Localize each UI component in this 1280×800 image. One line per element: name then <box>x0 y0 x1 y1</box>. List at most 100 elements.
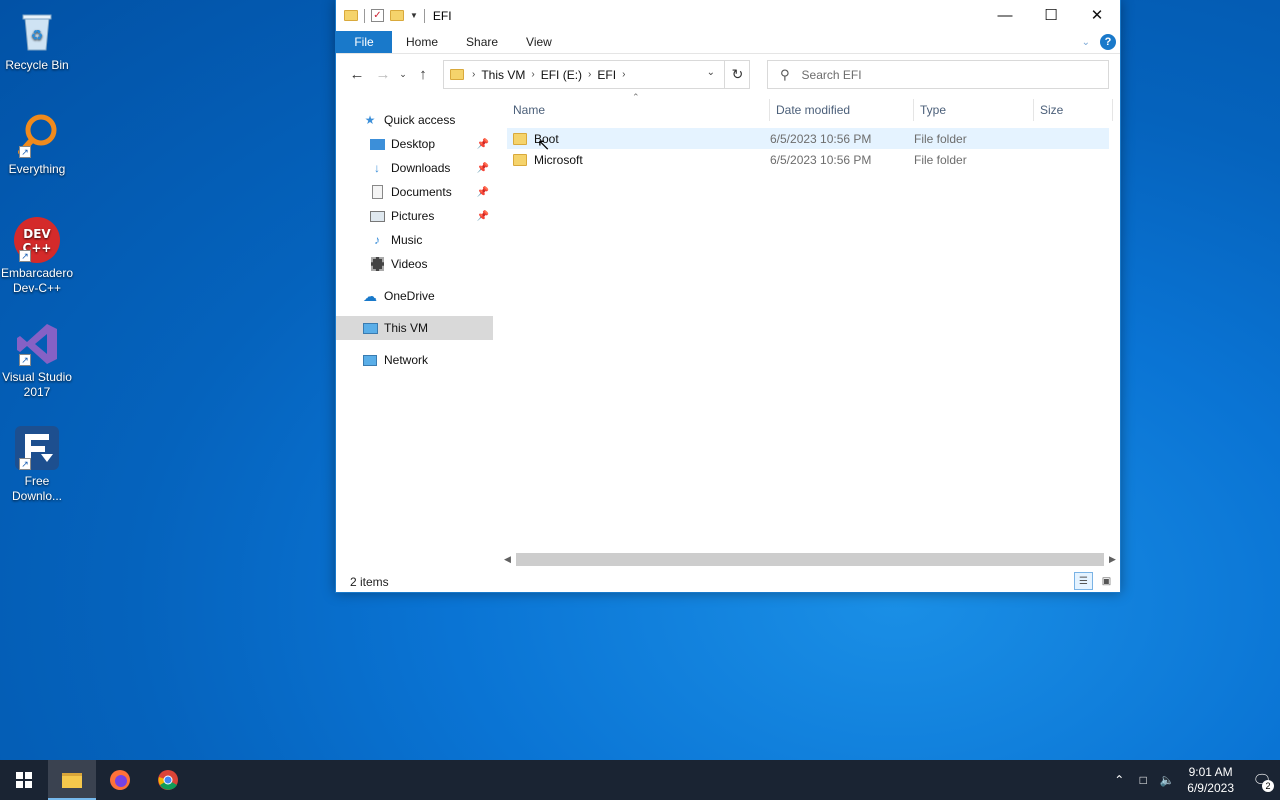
folder-icon <box>450 69 464 80</box>
breadcrumb-this-vm[interactable]: This VM <box>481 68 525 82</box>
quick-access-toolbar: ✓ ▼ <box>344 8 425 23</box>
nav-documents[interactable]: Documents 📌 <box>336 180 493 204</box>
maximize-button[interactable]: ☐ <box>1028 0 1074 30</box>
nav-label: Network <box>384 353 429 367</box>
nav-music[interactable]: ♪ Music <box>336 228 493 252</box>
expand-ribbon-chevron-icon[interactable]: ⌄ <box>1082 37 1090 48</box>
details-view-icon[interactable]: ☰ <box>1074 572 1093 590</box>
nav-onedrive[interactable]: ☁ OneDrive <box>336 284 493 308</box>
nav-downloads[interactable]: ↓ Downloads 📌 <box>336 156 493 180</box>
column-header-size[interactable]: Size <box>1034 99 1113 121</box>
desktop-icon-free-download-manager[interactable]: ↗ Free Downlo... <box>0 424 74 504</box>
scroll-right-arrow-icon[interactable]: ▶ <box>1104 554 1121 565</box>
svg-text:♻: ♻ <box>31 28 44 44</box>
back-arrow-icon[interactable]: ← <box>344 66 370 83</box>
show-hidden-icons-chevron-icon[interactable]: ⌃ <box>1107 773 1131 787</box>
search-icon: ⚲ <box>780 66 790 82</box>
close-button[interactable]: ✕ <box>1074 0 1120 30</box>
column-header-type[interactable]: Type <box>914 99 1034 121</box>
desktop-icon <box>369 137 385 151</box>
volume-muted-icon[interactable]: 🔈 <box>1155 773 1179 787</box>
taskbar-chrome[interactable] <box>144 760 192 800</box>
column-headers: Name Date modified Type Size <box>507 99 1113 121</box>
desktop-icon-devcpp[interactable]: DEV C++ ↗ Embarcadero Dev-C++ <box>0 216 74 296</box>
scroll-thumb[interactable] <box>516 553 1104 566</box>
tab-view[interactable]: View <box>512 31 566 53</box>
network-status-icon[interactable]: □ <box>1131 773 1155 787</box>
nav-desktop[interactable]: Desktop 📌 <box>336 132 493 156</box>
visual-studio-icon: ↗ <box>13 320 61 368</box>
refresh-icon: ↻ <box>731 66 744 82</box>
folder-icon <box>344 10 358 21</box>
nav-label: OneDrive <box>384 289 435 303</box>
breadcrumb-efi-folder[interactable]: EFI <box>597 68 616 82</box>
download-icon: ↓ <box>374 161 380 175</box>
nav-quick-access[interactable]: ★ Quick access <box>336 108 493 132</box>
file-type: File folder <box>914 152 967 167</box>
up-arrow-icon[interactable]: ↑ <box>410 66 436 83</box>
file-row-microsoft[interactable]: Microsoft 6/5/2023 10:56 PM File folder <box>507 149 1109 170</box>
properties-icon[interactable]: ✓ <box>371 9 384 22</box>
tab-file[interactable]: File <box>336 31 392 53</box>
address-history-chevron-icon[interactable]: ⌄ <box>707 67 715 78</box>
taskbar-firefox[interactable] <box>96 760 144 800</box>
separator <box>364 8 365 23</box>
clock-date: 6/9/2023 <box>1187 781 1234 795</box>
address-bar[interactable]: › This VM › EFI (E:) › EFI › ⌄ <box>443 60 750 89</box>
desktop-icon-visual-studio[interactable]: ↗ Visual Studio 2017 <box>0 320 74 400</box>
breadcrumb-efi-drive[interactable]: EFI (E:) <box>541 68 582 82</box>
taskbar: ⌃ □ 🔈 9:01 AM 6/9/2023 🗨 2 <box>0 760 1280 800</box>
column-header-name[interactable]: Name <box>507 99 770 121</box>
customize-toolbar-chevron-icon[interactable]: ▼ <box>410 11 418 20</box>
pin-icon[interactable]: 📌 <box>477 187 489 198</box>
action-center-button[interactable]: 🗨 2 <box>1244 760 1280 800</box>
recent-locations-chevron-icon[interactable]: ⌄ <box>396 69 410 80</box>
status-bar: 2 items ☰ ▣ <box>336 571 1122 593</box>
forward-arrow-icon[interactable]: → <box>370 66 396 83</box>
taskbar-file-explorer[interactable] <box>48 760 96 800</box>
search-input[interactable]: ⚲ Search EFI <box>767 60 1109 89</box>
column-header-date-modified[interactable]: Date modified <box>770 99 914 121</box>
desktop-icon-label: Recycle Bin <box>5 58 69 72</box>
shortcut-arrow-icon: ↗ <box>19 354 31 366</box>
star-icon: ★ <box>364 113 376 127</box>
tab-home[interactable]: Home <box>392 31 452 53</box>
help-icon[interactable]: ? <box>1100 34 1116 50</box>
clock[interactable]: 9:01 AM 6/9/2023 <box>1187 764 1234 796</box>
breadcrumb-chevron-icon[interactable]: › <box>531 69 534 80</box>
refresh-button[interactable]: ↻ <box>724 60 750 89</box>
nav-network[interactable]: Network <box>336 348 493 372</box>
documents-icon <box>369 185 385 199</box>
pin-icon[interactable]: 📌 <box>477 139 489 150</box>
breadcrumb-chevron-icon[interactable]: › <box>588 69 591 80</box>
tab-share[interactable]: Share <box>452 31 512 53</box>
desktop-icon-label: Everything <box>8 162 66 176</box>
desktop-icon-everything[interactable]: ↗ Everything <box>0 112 74 177</box>
pictures-icon <box>369 209 385 223</box>
file-list: Boot 6/5/2023 10:56 PM File folder Micro… <box>507 128 1109 170</box>
nav-label: Downloads <box>391 161 451 175</box>
nav-pictures[interactable]: Pictures 📌 <box>336 204 493 228</box>
horizontal-scrollbar[interactable]: ◀ ▶ <box>499 551 1121 568</box>
shortcut-arrow-icon: ↗ <box>19 458 31 470</box>
start-button[interactable] <box>0 760 48 800</box>
pin-icon[interactable]: 📌 <box>477 163 489 174</box>
pin-icon[interactable]: 📌 <box>477 211 489 222</box>
desktop-icon-label: Embarcadero Dev-C++ <box>0 266 74 295</box>
breadcrumb-chevron-icon[interactable]: › <box>622 69 625 80</box>
file-row-boot[interactable]: Boot 6/5/2023 10:56 PM File folder <box>507 128 1109 149</box>
new-folder-icon[interactable] <box>390 10 404 21</box>
cloud-icon: ☁ <box>363 287 377 304</box>
breadcrumb-chevron-icon[interactable]: › <box>472 69 475 80</box>
shortcut-arrow-icon: ↗ <box>19 250 31 262</box>
minimize-button[interactable]: — <box>982 0 1028 30</box>
large-icons-view-icon[interactable]: ▣ <box>1097 572 1116 590</box>
file-date: 6/5/2023 10:56 PM <box>770 131 872 146</box>
desktop-icon-recycle-bin[interactable]: ♻ Recycle Bin <box>0 8 74 73</box>
nav-this-vm[interactable]: This VM <box>336 316 493 340</box>
nav-videos[interactable]: Videos <box>336 252 493 276</box>
chrome-icon <box>158 770 178 790</box>
file-date: 6/5/2023 10:56 PM <box>770 152 872 167</box>
nav-label: This VM <box>384 321 429 335</box>
scroll-left-arrow-icon[interactable]: ◀ <box>499 554 516 565</box>
